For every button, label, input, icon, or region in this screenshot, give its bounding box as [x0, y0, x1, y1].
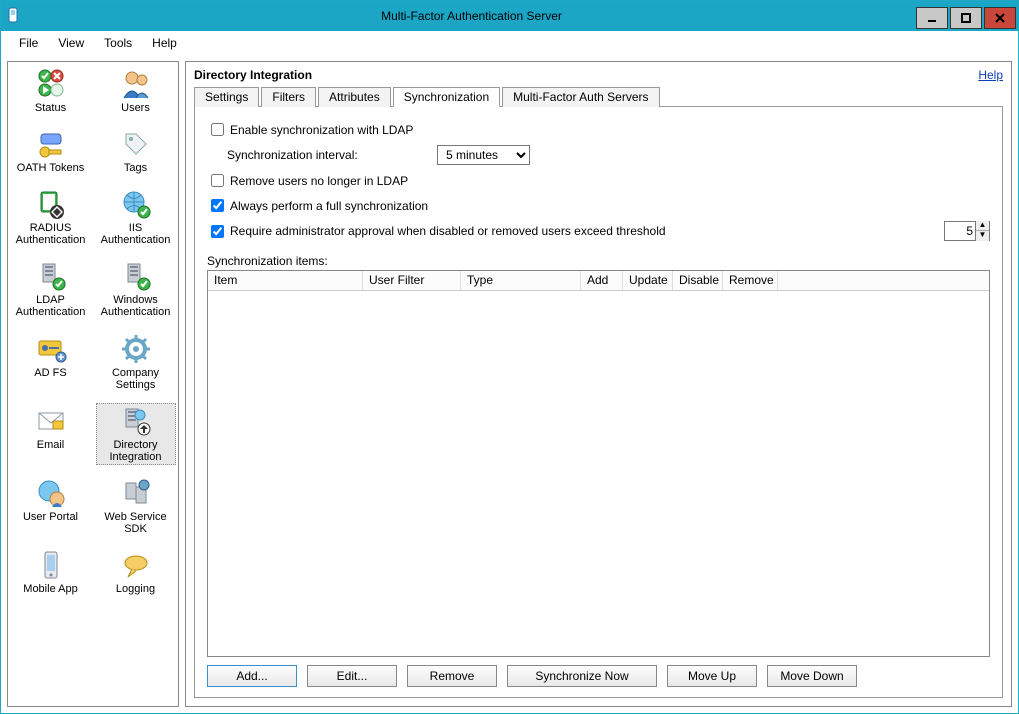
sidebar-item-windows-authentication[interactable]: Windows Authentication [96, 258, 176, 320]
window-maximize-button[interactable] [950, 7, 982, 29]
sidebar-item-tags[interactable]: Tags [96, 126, 176, 176]
oath-tokens-icon [35, 128, 67, 160]
column-header-remove[interactable]: Remove [723, 271, 778, 290]
table-header: Item User Filter Type Add Update Disable… [208, 271, 989, 291]
sidebar-item-iis-authentication[interactable]: IIS Authentication [96, 186, 176, 248]
sidebar-item-label: IIS Authentication [98, 222, 174, 246]
logging-icon [120, 549, 152, 581]
sidebar-item-oath-tokens[interactable]: OATH Tokens [11, 126, 91, 176]
sidebar-item-label: Tags [98, 162, 174, 174]
titlebar: Multi-Factor Authentication Server [1, 1, 1018, 31]
move-down-button[interactable]: Move Down [767, 665, 857, 687]
sidebar-item-user-portal[interactable]: User Portal [11, 475, 91, 537]
sidebar-item-label: OATH Tokens [13, 162, 89, 174]
adfs-icon [35, 333, 67, 365]
edit-button[interactable]: Edit... [307, 665, 397, 687]
sidebar-item-logging[interactable]: Logging [96, 547, 176, 597]
threshold-down-button[interactable]: ▼ [976, 231, 989, 241]
tab-attributes[interactable]: Attributes [318, 87, 391, 107]
require-approval-label: Require administrator approval when disa… [230, 224, 666, 238]
tab-strip: Settings Filters Attributes Synchronizat… [194, 86, 1003, 107]
remove-button[interactable]: Remove [407, 665, 497, 687]
sidebar-item-status[interactable]: Status [11, 66, 91, 116]
tab-settings[interactable]: Settings [194, 87, 259, 107]
column-header-item[interactable]: Item [208, 271, 363, 290]
column-header-type[interactable]: Type [461, 271, 581, 290]
column-header-update[interactable]: Update [623, 271, 673, 290]
menu-file[interactable]: File [9, 31, 48, 55]
window-close-button[interactable] [984, 7, 1016, 29]
status-icon [35, 68, 67, 100]
enable-sync-label: Enable synchronization with LDAP [230, 123, 413, 137]
threshold-stepper[interactable]: ▲ ▼ [944, 221, 990, 241]
synchronize-now-button[interactable]: Synchronize Now [507, 665, 657, 687]
sidebar-item-email[interactable]: Email [11, 403, 91, 465]
sidebar-item-label: Company Settings [98, 367, 174, 391]
window-minimize-button[interactable] [916, 7, 948, 29]
sync-interval-label: Synchronization interval: [227, 148, 437, 162]
tab-filters[interactable]: Filters [261, 87, 316, 107]
sidebar-item-radius-authentication[interactable]: RADIUS Authentication [11, 186, 91, 248]
sidebar-item-label: Users [98, 102, 174, 114]
move-up-button[interactable]: Move Up [667, 665, 757, 687]
sidebar-item-directory-integration[interactable]: Directory Integration [96, 403, 176, 465]
sidebar-item-company-settings[interactable]: Company Settings [96, 331, 176, 393]
gear-icon [120, 333, 152, 365]
sidebar-item-label: Mobile App [13, 583, 89, 595]
page-title: Directory Integration [194, 68, 312, 82]
sidebar-item-label: Windows Authentication [98, 294, 174, 318]
enable-sync-checkbox[interactable] [211, 123, 224, 136]
add-button[interactable]: Add... [207, 665, 297, 687]
tags-icon [120, 128, 152, 160]
sidebar-item-label: LDAP Authentication [13, 294, 89, 318]
radius-icon [35, 188, 67, 220]
full-sync-checkbox[interactable] [211, 199, 224, 212]
sidebar-item-ldap-authentication[interactable]: LDAP Authentication [11, 258, 91, 320]
sidebar-item-label: User Portal [13, 511, 89, 523]
tab-panel-synchronization: Enable synchronization with LDAP Synchro… [194, 107, 1003, 698]
sidebar-item-label: Web Service SDK [98, 511, 174, 535]
sidebar-item-mobile-app[interactable]: Mobile App [11, 547, 91, 597]
sidebar-item-label: Email [13, 439, 89, 451]
sidebar-item-label: Status [13, 102, 89, 114]
mobile-app-icon [35, 549, 67, 581]
menu-view[interactable]: View [48, 31, 94, 55]
ldap-icon [35, 260, 67, 292]
user-portal-icon [35, 477, 67, 509]
sync-interval-select[interactable]: 5 minutes [437, 145, 530, 165]
directory-integration-icon [120, 405, 152, 437]
content-panel: Directory Integration Help Settings Filt… [185, 61, 1012, 707]
remove-users-label: Remove users no longer in LDAP [230, 174, 408, 188]
column-header-disable[interactable]: Disable [673, 271, 723, 290]
app-icon [1, 1, 27, 31]
remove-users-checkbox[interactable] [211, 174, 224, 187]
sync-items-table[interactable]: Item User Filter Type Add Update Disable… [207, 270, 990, 657]
web-service-sdk-icon [120, 477, 152, 509]
help-link[interactable]: Help [978, 68, 1003, 82]
sidebar-item-label: Logging [98, 583, 174, 595]
column-header-user-filter[interactable]: User Filter [363, 271, 461, 290]
windows-auth-icon [120, 260, 152, 292]
menu-tools[interactable]: Tools [94, 31, 142, 55]
users-icon [120, 68, 152, 100]
tab-mfa-servers[interactable]: Multi-Factor Auth Servers [502, 87, 659, 107]
email-icon [35, 405, 67, 437]
iis-icon [120, 188, 152, 220]
threshold-input[interactable] [945, 224, 975, 238]
sidebar-item-web-service-sdk[interactable]: Web Service SDK [96, 475, 176, 537]
require-approval-checkbox[interactable] [211, 225, 224, 238]
full-sync-label: Always perform a full synchronization [230, 199, 428, 213]
window-title: Multi-Factor Authentication Server [27, 9, 916, 23]
menu-help[interactable]: Help [142, 31, 187, 55]
sidebar-item-label: RADIUS Authentication [13, 222, 89, 246]
menu-bar: File View Tools Help [1, 31, 1018, 55]
sidebar-item-label: Directory Integration [98, 439, 174, 463]
column-header-add[interactable]: Add [581, 271, 623, 290]
sidebar: Status Users OATH Tokens [7, 61, 179, 707]
sidebar-item-label: AD FS [13, 367, 89, 379]
sidebar-item-adfs[interactable]: AD FS [11, 331, 91, 393]
sidebar-item-users[interactable]: Users [96, 66, 176, 116]
tab-synchronization[interactable]: Synchronization [393, 87, 500, 107]
sync-items-label: Synchronization items: [207, 254, 990, 268]
